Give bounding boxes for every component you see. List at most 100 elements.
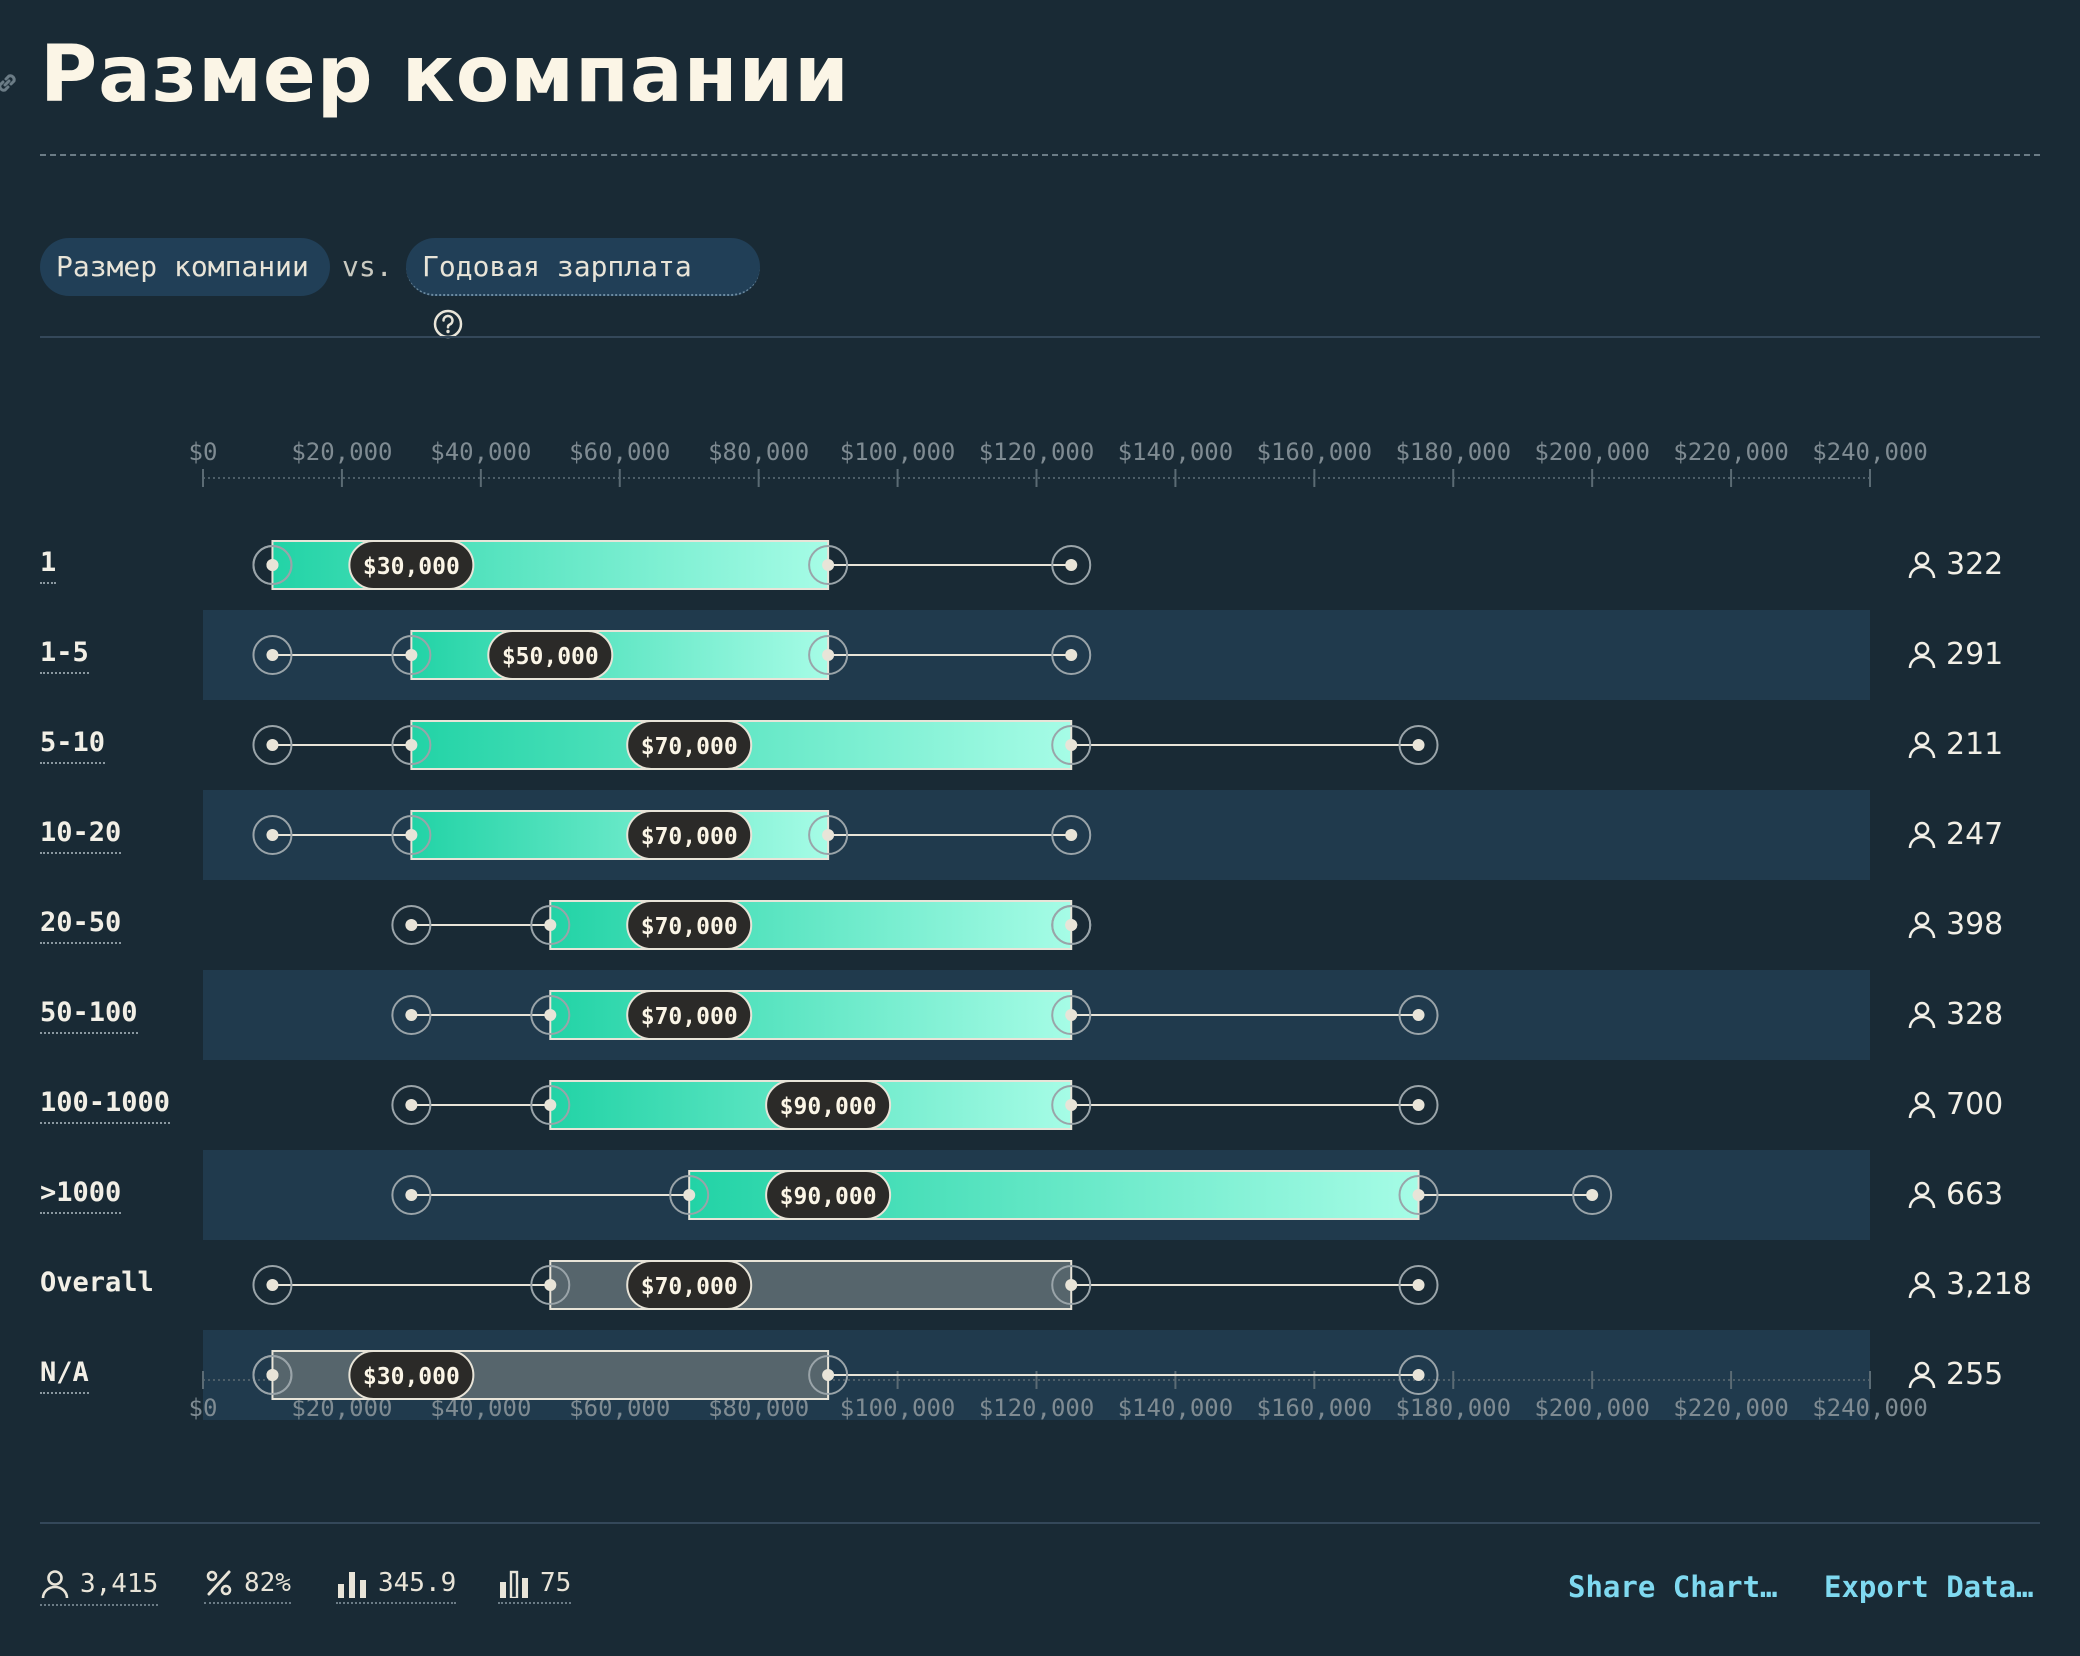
row-count-value: 247: [1946, 817, 2004, 852]
percent-icon: [206, 1570, 232, 1596]
whisker-marker-dot: [405, 1189, 418, 1201]
person-icon: [1908, 1091, 1936, 1119]
row-label[interactable]: 50-100: [40, 996, 138, 1034]
row-count-value: 328: [1946, 997, 2004, 1032]
bins-stat[interactable]: 75: [498, 1568, 572, 1604]
whisker-marker-dot: [1065, 1099, 1078, 1111]
axis-tick-label: $240,000: [1812, 438, 1928, 466]
row-count-value: 3,218: [1946, 1267, 2032, 1302]
row-label[interactable]: 100-1000: [40, 1086, 171, 1124]
person-icon: [1908, 821, 1936, 849]
iqr-box[interactable]: [410, 810, 830, 860]
whisker-marker-dot: [822, 559, 835, 571]
row-count-value: 291: [1946, 637, 2004, 672]
page-title: Размер компании: [40, 30, 850, 120]
axis-tick-label: $240,000: [1812, 1394, 1928, 1422]
row-count-value: 398: [1946, 907, 2004, 942]
row-count: 255: [1908, 1357, 2003, 1393]
axis-tick-label: $20,000: [291, 438, 392, 466]
row-count: 211: [1908, 727, 2003, 763]
histogram-icon: [500, 1570, 528, 1598]
filters-divider: [40, 336, 2040, 338]
person-icon: [1908, 731, 1936, 759]
axis-tick-label: $220,000: [1673, 438, 1789, 466]
person-icon: [1908, 551, 1936, 579]
median-label: $50,000: [502, 644, 599, 670]
whisker-marker-dot: [822, 1369, 835, 1381]
row-label[interactable]: 1: [40, 546, 57, 584]
axis-tick-label: $100,000: [840, 438, 956, 466]
person-icon: [1908, 911, 1936, 939]
axis-tick-label: $60,000: [569, 438, 670, 466]
iqr-box[interactable]: [410, 630, 830, 680]
whisker-marker-dot: [1065, 1279, 1078, 1291]
median-label: $90,000: [780, 1184, 877, 1210]
median-label: $70,000: [641, 1274, 738, 1300]
median-label: $90,000: [780, 1094, 877, 1120]
row-count: 398: [1908, 907, 2003, 943]
whisker-marker-dot: [544, 919, 557, 931]
dimension-selector[interactable]: Размер компании: [40, 238, 330, 296]
whisker-marker-dot: [1065, 739, 1078, 751]
row-count: 663: [1908, 1177, 2003, 1213]
whisker-marker-dot: [1412, 739, 1425, 751]
bins-value: 75: [540, 1568, 572, 1598]
whisker-marker-dot: [266, 559, 279, 571]
axis-tick-label: $120,000: [979, 1394, 1095, 1422]
whisker-marker-dot: [266, 1279, 279, 1291]
average-stat[interactable]: 345.9: [336, 1568, 457, 1604]
whisker-marker-dot: [1412, 1099, 1425, 1111]
dimension-label: Размер компании: [56, 250, 309, 283]
row-count: 247: [1908, 817, 2003, 853]
axis-tick-label: $0: [189, 1394, 218, 1422]
axis-tick-label: $200,000: [1534, 438, 1650, 466]
person-icon: [41, 1570, 69, 1599]
median-label: $70,000: [641, 914, 738, 940]
share-chart-link[interactable]: Share Chart…: [1568, 1570, 1778, 1604]
row-label[interactable]: N/A: [40, 1356, 89, 1394]
whisker-marker-dot: [1065, 649, 1078, 661]
percent-stat[interactable]: 82%: [204, 1568, 291, 1604]
median-label: $70,000: [641, 1004, 738, 1030]
person-icon: [1908, 1271, 1936, 1299]
whisker-marker-dot: [822, 829, 835, 841]
link-icon[interactable]: [0, 70, 20, 96]
person-icon: [1908, 1001, 1936, 1029]
axis-tick-label: $160,000: [1257, 1394, 1373, 1422]
median-label: $30,000: [363, 1364, 460, 1390]
row-label[interactable]: 1-5: [40, 636, 89, 674]
respondents-stat[interactable]: 3,415: [40, 1568, 159, 1606]
whisker-marker-dot: [405, 1009, 418, 1021]
axis-tick-label: $200,000: [1534, 1394, 1650, 1422]
axis-tick-label: $80,000: [708, 438, 809, 466]
row-label: Overall: [40, 1267, 154, 1298]
salary-boxplot-chart: $0 $20,000 $40,000 $60,000 $80,000 $100,000 $1…: [189, 438, 1928, 1422]
row-count-value: 700: [1946, 1087, 2004, 1122]
vs-label: vs.: [342, 250, 393, 283]
whisker-marker-dot: [1065, 1009, 1078, 1021]
whisker-marker-dot: [822, 649, 835, 661]
title-divider: [40, 154, 2040, 156]
whisker-marker-dot: [683, 1189, 696, 1201]
axis-tick-label: $220,000: [1673, 1394, 1789, 1422]
metric-selector[interactable]: Годовая зарплата: [406, 238, 760, 339]
row-label[interactable]: >1000: [40, 1176, 122, 1214]
whisker-marker-dot: [1065, 559, 1078, 571]
row-count-value: 255: [1946, 1357, 2004, 1392]
export-data-link[interactable]: Export Data…: [1824, 1570, 2034, 1604]
whisker-marker-dot: [1412, 1189, 1425, 1201]
row-label[interactable]: 10-20: [40, 816, 122, 854]
row-count-value: 663: [1946, 1177, 2004, 1212]
row-label[interactable]: 5-10: [40, 726, 106, 764]
row-label[interactable]: 20-50: [40, 906, 122, 944]
whisker-marker-dot: [544, 1099, 557, 1111]
median-label: $70,000: [641, 734, 738, 760]
metric-label: Годовая зарплата: [422, 250, 692, 283]
whisker-marker-dot: [405, 739, 418, 751]
footer-divider: [40, 1522, 2040, 1524]
whisker-marker-dot: [266, 739, 279, 751]
whisker-marker-dot: [1412, 1279, 1425, 1291]
whisker-marker-dot: [544, 1009, 557, 1021]
row-count: 322: [1908, 547, 2003, 583]
row-count: 3,218: [1908, 1267, 2032, 1303]
